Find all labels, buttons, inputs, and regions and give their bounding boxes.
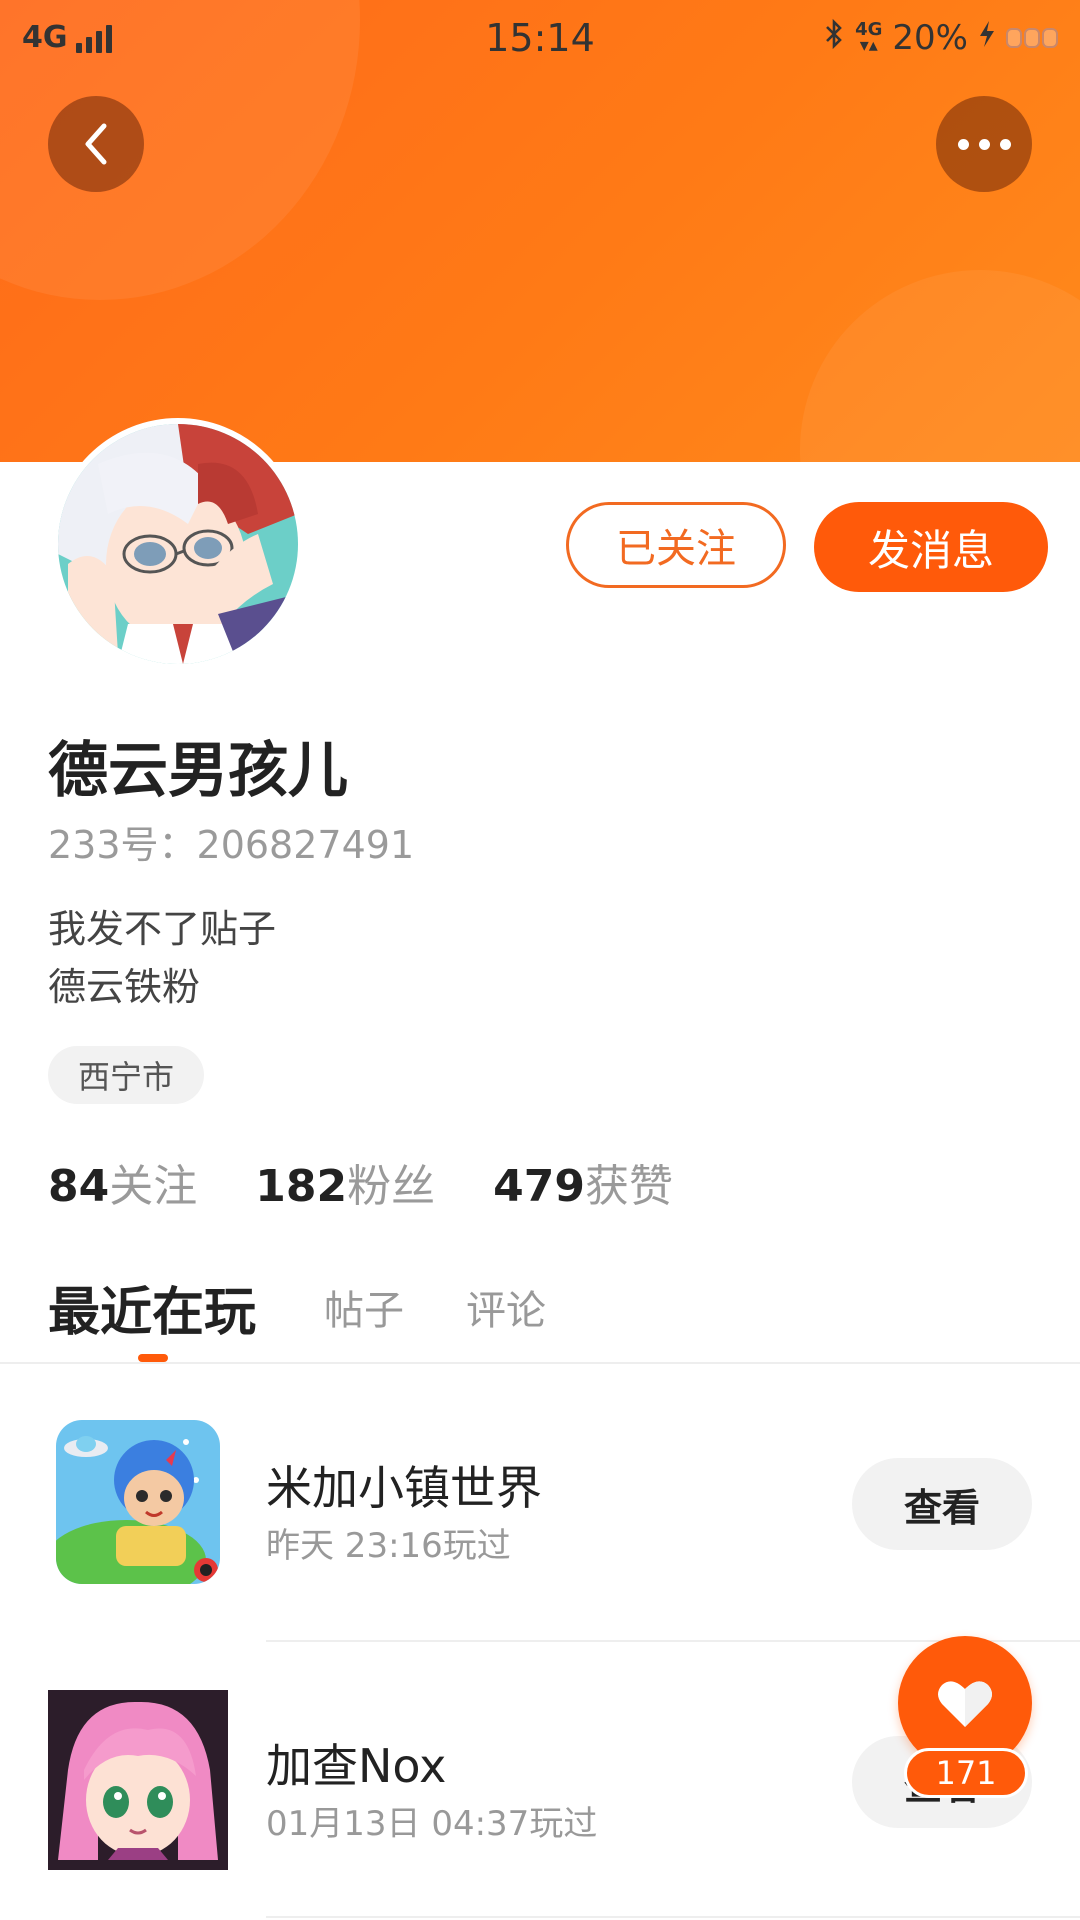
stat-following[interactable]: 84 关注 (48, 1150, 197, 1214)
more-options-button[interactable] (936, 96, 1032, 192)
game-last-played: 昨天 23:16玩过 (266, 1526, 511, 1566)
game-title[interactable]: 加查Nox (266, 1730, 446, 1796)
profile-header-banner: 4G 15:14 4G ▾▴ 20% (0, 0, 1080, 462)
send-message-button[interactable]: 发消息 (814, 502, 1048, 592)
status-icons: 4G ▾▴ 20% (823, 18, 1058, 58)
bluetooth-icon (823, 18, 845, 58)
stat-label: 粉丝 (347, 1161, 436, 1212)
banner-decoration (800, 270, 1080, 462)
tab-posts[interactable]: 帖子 (324, 1278, 404, 1336)
stat-number: 84 (48, 1161, 110, 1212)
stat-label: 关注 (109, 1161, 198, 1212)
game-icon[interactable] (56, 1420, 220, 1584)
stat-number: 182 (255, 1161, 348, 1212)
battery-icon (1006, 28, 1058, 48)
back-button[interactable] (48, 96, 144, 192)
profile-name: 德云男孩儿 (48, 736, 348, 806)
avatar-image (58, 424, 298, 664)
chevron-left-icon (85, 123, 107, 165)
network-4g-label: 4G (855, 19, 883, 40)
game-title[interactable]: 米加小镇世界 (266, 1452, 542, 1518)
stat-likes: 479 获赞 (493, 1150, 673, 1214)
more-horizontal-icon (957, 138, 1011, 150)
follow-button[interactable]: 已关注 (566, 502, 786, 588)
divider (266, 1916, 1080, 1918)
tab-active-indicator (138, 1354, 168, 1362)
avatar[interactable] (52, 418, 304, 670)
view-game-button[interactable]: 查看 (852, 1458, 1032, 1550)
stat-number: 479 (493, 1161, 585, 1212)
battery-percent: 20% (892, 18, 968, 58)
tab-recently-played[interactable]: 最近在玩 (48, 1270, 256, 1345)
stat-label: 获赞 (584, 1161, 673, 1212)
game-icon-image (48, 1690, 228, 1870)
tab-comments[interactable]: 评论 (466, 1278, 546, 1336)
like-count-badge: 171 (904, 1748, 1028, 1798)
divider (0, 1362, 1080, 1364)
heart-icon (938, 1681, 992, 1727)
profile-stats: 84 关注 182 粉丝 479 获赞 (48, 1150, 731, 1214)
user-id: 233号：206827491 (48, 823, 415, 867)
game-icon[interactable] (48, 1690, 228, 1870)
game-last-played: 01月13日 04:37玩过 (266, 1804, 598, 1844)
charging-icon (978, 20, 996, 56)
bio-line: 德云铁粉 (48, 965, 201, 1009)
network-4g-icon: 4G ▾▴ (855, 19, 883, 56)
stat-followers[interactable]: 182 粉丝 (255, 1150, 435, 1214)
game-icon-image (56, 1420, 220, 1584)
bio-line: 我发不了贴子 (48, 907, 277, 951)
location-tag: 西宁市 (48, 1046, 204, 1104)
status-bar: 4G 15:14 4G ▾▴ 20% (0, 14, 1080, 62)
